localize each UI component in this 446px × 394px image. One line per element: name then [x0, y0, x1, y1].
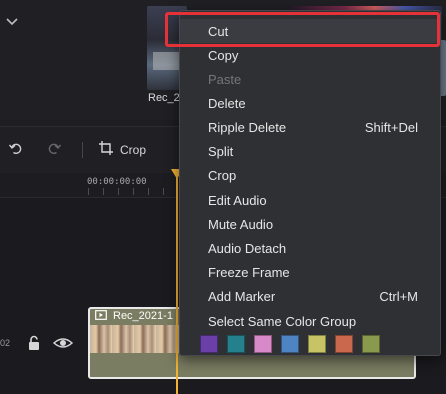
- menu-item-label: Freeze Frame: [208, 264, 290, 280]
- menu-item-label: Delete: [208, 95, 246, 111]
- color-swatch[interactable]: [254, 335, 272, 353]
- ruler-tick: [148, 188, 149, 195]
- menu-item-freeze-frame[interactable]: Freeze Frame: [180, 260, 440, 284]
- clip-name: Rec_2021-1: [113, 310, 173, 322]
- menu-item-label: Audio Detach: [208, 240, 287, 256]
- menu-item-copy[interactable]: Copy: [180, 43, 440, 67]
- ruler-tick: [88, 188, 89, 195]
- menu-item-split[interactable]: Split: [180, 139, 440, 163]
- playhead[interactable]: [176, 170, 178, 394]
- menu-item-crop[interactable]: Crop: [180, 163, 440, 187]
- media-item-name: Rec_2: [148, 92, 180, 104]
- menu-item-label: Paste: [208, 71, 242, 87]
- menu-item-label: Edit Audio: [208, 192, 267, 208]
- menu-item-label: Select Same Color Group: [208, 313, 357, 329]
- track-number: 02: [0, 338, 11, 348]
- undo-button[interactable]: [6, 127, 26, 173]
- menu-item-label: Mute Audio: [208, 216, 274, 232]
- redo-button[interactable]: [44, 127, 64, 173]
- menu-item-edit-audio[interactable]: Edit Audio: [180, 188, 440, 212]
- color-swatch[interactable]: [227, 335, 245, 353]
- menu-item-audio-detach[interactable]: Audio Detach: [180, 236, 440, 260]
- redo-icon: [47, 141, 62, 160]
- undo-icon: [8, 141, 23, 160]
- menu-item-cut[interactable]: Cut: [180, 19, 440, 43]
- menu-item-mute-audio[interactable]: Mute Audio: [180, 212, 440, 236]
- lock-icon[interactable]: [25, 334, 43, 352]
- menu-item-paste: Paste: [180, 67, 440, 91]
- ruler-tick: [163, 188, 164, 195]
- color-swatch-row: [200, 335, 380, 353]
- clip-audio-waveform: [90, 353, 414, 377]
- ruler-timecode: 00:00:00:00: [87, 177, 147, 187]
- crop-label: Crop: [120, 143, 147, 157]
- ruler-tick: [133, 188, 134, 195]
- video-clip-icon: [95, 309, 107, 323]
- menu-item-label: Add Marker: [208, 288, 276, 304]
- crop-icon: [98, 140, 114, 161]
- color-swatch[interactable]: [308, 335, 326, 353]
- ruler-tick: [103, 188, 104, 195]
- eye-icon[interactable]: [52, 334, 74, 352]
- color-swatch[interactable]: [335, 335, 353, 353]
- crop-button[interactable]: Crop: [98, 127, 154, 173]
- menu-item-label: Cut: [208, 23, 229, 39]
- color-swatch[interactable]: [281, 335, 299, 353]
- menu-item-ripple-delete[interactable]: Ripple Delete Shift+Del: [180, 115, 440, 139]
- menu-item-select-same-color-group[interactable]: Select Same Color Group: [180, 309, 440, 333]
- menu-item-shortcut: Ctrl+M: [379, 288, 418, 304]
- toolbar-divider: [82, 142, 83, 158]
- collapse-arrow-icon[interactable]: [6, 14, 18, 26]
- context-menu: Cut Copy Paste Delete Ripple Delete Shif…: [179, 10, 441, 356]
- menu-item-label: Copy: [208, 47, 239, 63]
- menu-item-delete[interactable]: Delete: [180, 91, 440, 115]
- menu-item-label: Crop: [208, 167, 237, 183]
- color-swatch[interactable]: [200, 335, 218, 353]
- color-swatch[interactable]: [362, 335, 380, 353]
- menu-item-add-marker[interactable]: Add Marker Ctrl+M: [180, 284, 440, 308]
- menu-item-label: Ripple Delete: [208, 119, 287, 135]
- menu-item-shortcut: Shift+Del: [364, 119, 418, 135]
- ruler-tick: [118, 188, 119, 195]
- menu-item-label: Split: [208, 143, 234, 159]
